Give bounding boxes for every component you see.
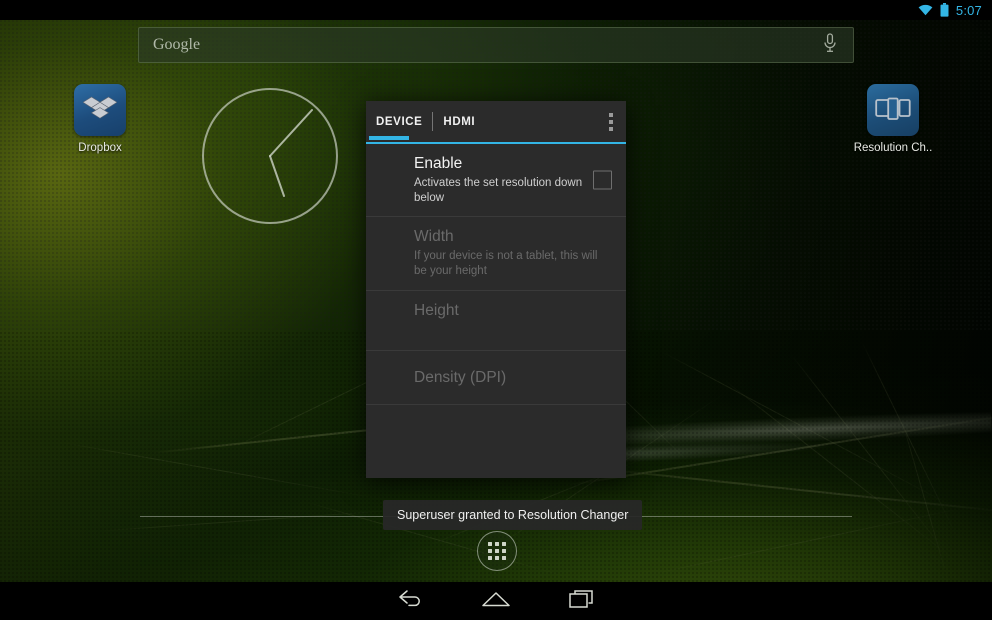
preference-title: Width — [414, 228, 612, 246]
preference-summary: If your device is not a tablet, this wil… — [414, 249, 612, 278]
preference-row-height: Height — [366, 291, 626, 351]
google-search-bar[interactable]: Google — [138, 27, 854, 63]
preference-summary: Activates the set resolution down below — [414, 176, 612, 205]
home-icon-label: Dropbox — [52, 142, 148, 154]
enable-checkbox[interactable] — [593, 171, 612, 190]
preference-title: Enable — [414, 155, 612, 173]
tab-hdmi[interactable]: HDMI — [433, 108, 485, 136]
resolution-changer-dialog: DEVICE HDMI Enable Activates the set res… — [366, 101, 626, 478]
battery-icon — [940, 3, 949, 17]
apps-grid-icon — [488, 542, 506, 560]
overflow-menu-icon[interactable] — [609, 113, 613, 131]
home-icon — [481, 590, 511, 613]
home-button[interactable] — [453, 582, 539, 620]
status-bar[interactable]: 5:07 — [0, 0, 992, 20]
resolution-changer-icon — [867, 84, 919, 136]
active-tab-indicator — [369, 136, 409, 140]
preference-title: Height — [414, 302, 612, 320]
preference-title: Density (DPI) — [414, 369, 612, 387]
toast-message: Superuser granted to Resolution Changer — [383, 500, 642, 530]
recents-button[interactable] — [539, 582, 625, 620]
clock-minute-hand — [270, 110, 312, 156]
status-bar-clock: 5:07 — [956, 4, 982, 17]
home-icon-label: Resolution Ch.. — [845, 142, 941, 154]
clock-hour-hand — [270, 156, 284, 196]
dialog-preference-list: Enable Activates the set resolution down… — [366, 144, 626, 478]
recents-icon — [569, 589, 595, 614]
home-icon-resolution-changer[interactable]: Resolution Ch.. — [845, 84, 941, 154]
preference-row-width: Width If your device is not a tablet, th… — [366, 217, 626, 290]
preference-row-enable[interactable]: Enable Activates the set resolution down… — [366, 144, 626, 217]
preference-row-density: Density (DPI) — [366, 351, 626, 406]
home-icon-dropbox[interactable]: Dropbox — [52, 84, 148, 154]
android-home-screen: 5:07 Google Dropbox — [0, 0, 992, 620]
app-drawer-button[interactable] — [477, 531, 517, 571]
back-arrow-icon — [397, 590, 423, 613]
microphone-icon[interactable] — [823, 33, 837, 58]
tab-device[interactable]: DEVICE — [366, 108, 432, 136]
wifi-icon — [918, 4, 933, 16]
navigation-bar — [0, 582, 992, 620]
analog-clock-widget[interactable] — [200, 86, 340, 226]
search-input-placeholder[interactable]: Google — [153, 36, 200, 54]
back-button[interactable] — [367, 582, 453, 620]
dialog-tab-bar: DEVICE HDMI — [366, 101, 626, 144]
dropbox-icon — [74, 84, 126, 136]
